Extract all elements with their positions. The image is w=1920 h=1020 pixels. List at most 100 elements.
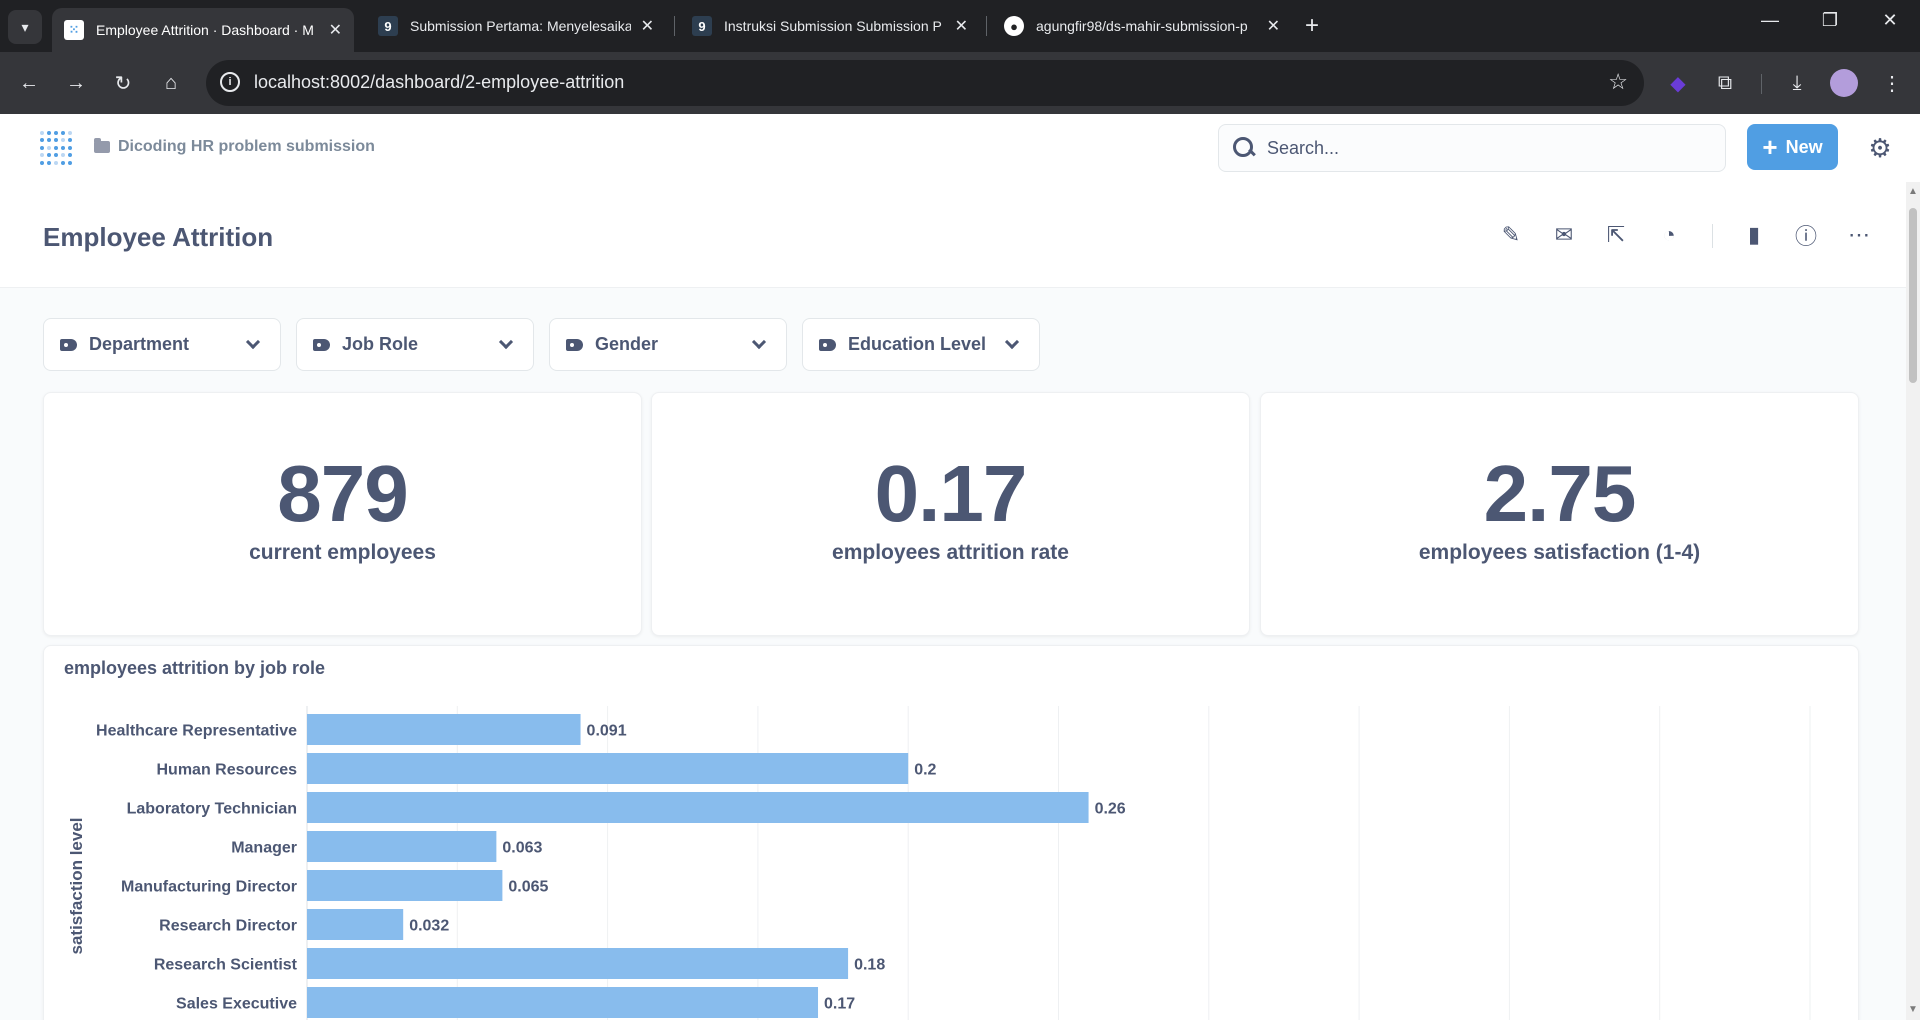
- home-icon[interactable]: ⌂: [156, 68, 186, 98]
- page-scrollbar[interactable]: ▲ ▼: [1906, 182, 1920, 1020]
- site-info-icon[interactable]: i: [220, 72, 240, 92]
- scalar-caption: employees satisfaction (1-4): [1418, 541, 1701, 564]
- tag-icon: [60, 338, 77, 351]
- forward-arrow-icon[interactable]: →: [61, 68, 91, 98]
- more-options-icon[interactable]: ⋯: [1844, 220, 1874, 250]
- tab-title: Instruksi Submission Submission P: [724, 18, 942, 34]
- browser-tab-bar: ▾ ⁙ Employee Attrition · Dashboard · M ✕…: [0, 0, 1920, 52]
- chart-category-label: Research Scientist: [154, 957, 298, 974]
- chevron-down-icon: [498, 334, 514, 349]
- dicoding-icon: 9: [692, 16, 712, 36]
- chart-bar: [307, 714, 581, 745]
- filter-education-level[interactable]: Education Level: [802, 318, 1040, 371]
- header-divider: [1712, 224, 1713, 248]
- tab-title: agungfir98/ds-mahir-submission-p: [1036, 18, 1248, 34]
- browser-tab-employee-attrition[interactable]: ⁙ Employee Attrition · Dashboard · M ✕: [52, 8, 354, 52]
- chart-category-label: Research Director: [159, 918, 297, 935]
- chart-data-label: 0.26: [1095, 801, 1126, 818]
- address-bar[interactable]: i localhost:8002/dashboard/2-employee-at…: [206, 60, 1644, 106]
- page-title[interactable]: Employee Attrition: [43, 222, 273, 253]
- chart-category-label: Manufacturing Director: [121, 879, 297, 896]
- chart-category-label: Laboratory Technician: [127, 801, 297, 818]
- browser-menu-icon[interactable]: ⋮: [1877, 68, 1907, 98]
- chart-category-label: Human Resources: [157, 762, 298, 779]
- browser-tab-instruksi-submission[interactable]: 9 Instruksi Submission Submission P ✕: [680, 8, 980, 44]
- scalar-caption: employees attrition rate: [832, 541, 1069, 564]
- chart-bar: [307, 792, 1089, 823]
- restore-icon[interactable]: ❐: [1810, 10, 1850, 31]
- back-arrow-icon[interactable]: ←: [14, 68, 44, 98]
- download-icon[interactable]: ⤓: [1782, 68, 1812, 98]
- share-external-icon[interactable]: ⇱: [1601, 220, 1631, 250]
- tab-title: Submission Pertama: Menyelesaika: [410, 18, 631, 34]
- search-icon: [1231, 135, 1257, 161]
- filter-label: Education Level: [848, 334, 987, 354]
- info-icon[interactable]: ⓘ: [1791, 220, 1821, 250]
- metabase-icon: ⁙: [64, 20, 84, 40]
- filter-gender[interactable]: Gender: [549, 318, 787, 371]
- edit-pencil-icon[interactable]: ✎: [1496, 220, 1526, 250]
- dicoding-icon: 9: [378, 16, 398, 36]
- chart-y-axis-label: satisfaction level: [67, 817, 86, 954]
- reload-icon[interactable]: ↻: [108, 68, 138, 98]
- scrollbar-thumb[interactable]: [1909, 208, 1917, 383]
- new-button[interactable]: + New: [1747, 124, 1838, 170]
- close-icon[interactable]: ✕: [641, 16, 654, 36]
- chart-category-label: Manager: [231, 840, 297, 857]
- close-icon[interactable]: ✕: [329, 20, 342, 40]
- filter-department[interactable]: Department: [43, 318, 281, 371]
- scroll-up-arrow-icon[interactable]: ▲: [1908, 186, 1918, 197]
- scalar-card-satisfaction[interactable]: 2.75 employees satisfaction (1-4): [1260, 392, 1859, 636]
- breadcrumb-collection-link[interactable]: Dicoding HR problem submission: [118, 138, 375, 156]
- filter-job-role[interactable]: Job Role: [296, 318, 534, 371]
- tab-divider: [986, 16, 987, 36]
- chart-bar: [307, 987, 819, 1018]
- new-tab-plus-icon[interactable]: +: [1305, 12, 1319, 40]
- filter-label: Gender: [595, 334, 659, 354]
- dashboard-header: Employee Attrition ✎ ✉ ⇱ ◔ ▮ ⓘ ⋯: [0, 182, 1906, 288]
- chart-bar: [307, 831, 497, 862]
- plus-icon: +: [1762, 132, 1778, 162]
- url-text[interactable]: localhost:8002/dashboard/2-employee-attr…: [254, 72, 624, 93]
- tag-icon: [819, 338, 836, 351]
- chart-card-attrition-by-job-role[interactable]: employees attrition by job role satisfac…: [43, 645, 1859, 1020]
- browser-toolbar: ← → ↻ ⌂ i localhost:8002/dashboard/2-emp…: [0, 52, 1920, 114]
- extensions-puzzle-icon[interactable]: ⧉: [1710, 68, 1740, 98]
- chart-category-label: Healthcare Representative: [96, 723, 297, 740]
- new-button-label: New: [1785, 136, 1823, 157]
- chevron-down-icon: [751, 334, 767, 349]
- scalar-value: 0.17: [874, 449, 1028, 538]
- chart-bar: [307, 753, 909, 784]
- close-icon[interactable]: ✕: [1267, 16, 1280, 36]
- filter-label: Department: [89, 334, 190, 354]
- gear-icon[interactable]: ⚙: [1866, 133, 1894, 163]
- scroll-down-arrow-icon[interactable]: ▼: [1908, 1004, 1918, 1015]
- subscription-mail-icon[interactable]: ✉: [1549, 220, 1579, 250]
- minimize-icon[interactable]: —: [1750, 10, 1790, 31]
- profile-avatar[interactable]: [1829, 68, 1859, 98]
- chart-bar: [307, 948, 849, 979]
- chevron-down-icon: [1004, 334, 1020, 349]
- bar-chart: satisfaction level Healthcare Representat…: [67, 706, 1811, 1020]
- scalar-card-attrition-rate[interactable]: 0.17 employees attrition rate: [651, 392, 1250, 636]
- browser-tab-submission-pertama[interactable]: 9 Submission Pertama: Menyelesaika ✕: [366, 8, 666, 44]
- browser-tab-github-repo[interactable]: ● agungfir98/ds-mahir-submission-p ✕: [992, 8, 1292, 44]
- search-box[interactable]: [1218, 124, 1726, 172]
- close-icon[interactable]: ✕: [955, 16, 968, 36]
- metabase-logo-icon[interactable]: [40, 131, 74, 165]
- window-close-icon[interactable]: ✕: [1870, 10, 1910, 31]
- tab-search-dropdown-button[interactable]: ▾: [8, 10, 42, 44]
- extension-diamond-icon[interactable]: ◆: [1663, 68, 1693, 98]
- breadcrumb[interactable]: Dicoding HR problem submission: [94, 138, 375, 156]
- chart-data-label: 0.091: [587, 723, 627, 740]
- chart-bar: [307, 909, 404, 940]
- app-header: Dicoding HR problem submission + New ⚙: [0, 114, 1920, 182]
- github-icon: ●: [1004, 16, 1024, 36]
- bookmark-icon[interactable]: ▮: [1739, 220, 1769, 250]
- bookmark-star-icon[interactable]: ☆: [1608, 69, 1628, 95]
- scalar-caption: current employees: [249, 541, 436, 564]
- history-clock-icon[interactable]: ◔: [1654, 220, 1684, 250]
- search-input[interactable]: [1267, 137, 1687, 159]
- scalar-card-current-employees[interactable]: 879 current employees: [43, 392, 642, 636]
- chart-data-label: 0.2: [914, 762, 936, 779]
